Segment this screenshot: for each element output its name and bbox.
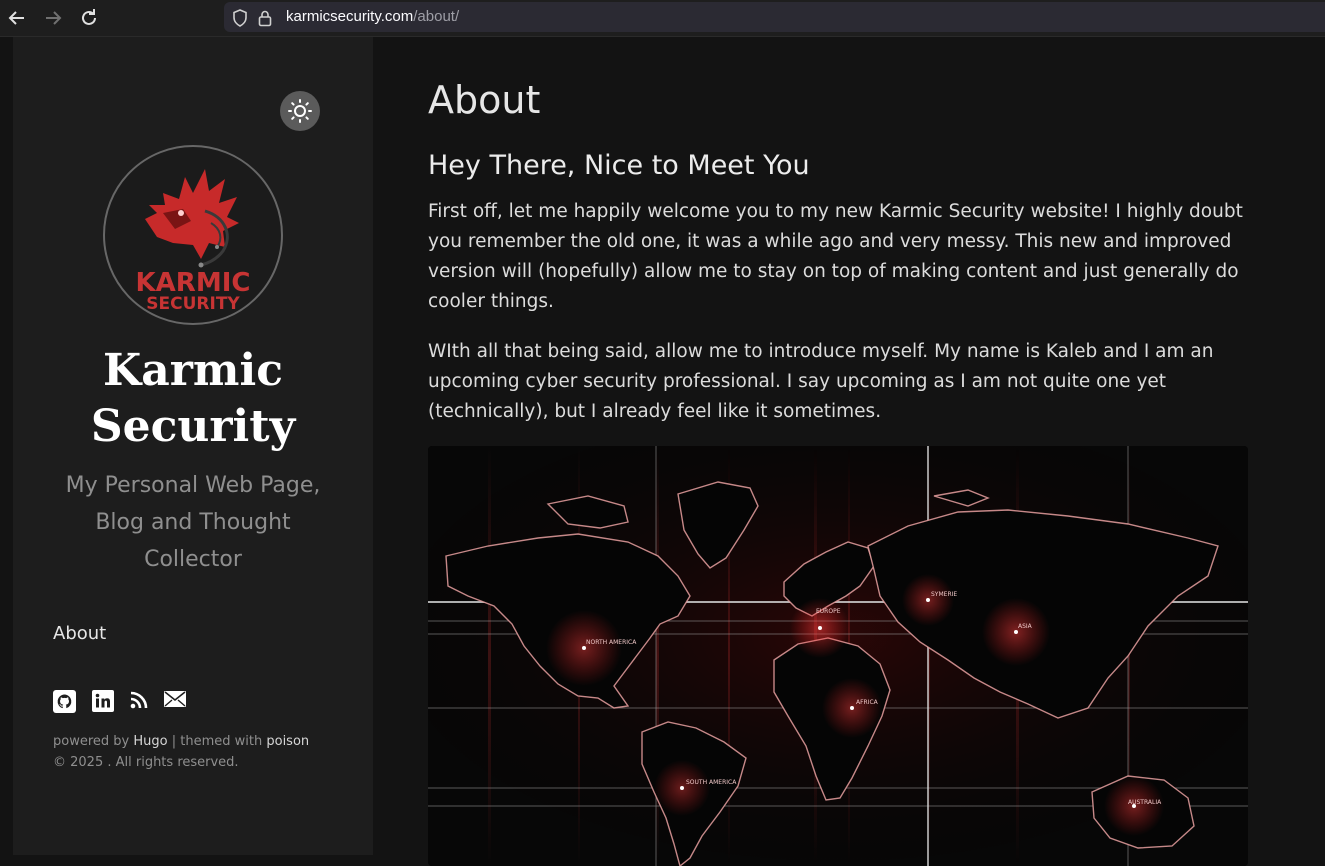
reload-icon[interactable] — [77, 6, 101, 30]
site-title[interactable]: Karmic Security — [33, 343, 353, 455]
paragraph-welcome: First off, let me happily welcome you to… — [428, 201, 1243, 312]
site-title-line2: Security — [90, 401, 296, 452]
section-heading: Hey There, Nice to Meet You — [428, 150, 810, 181]
footer-credits: powered by Hugo | themed with poison — [53, 734, 309, 749]
dragon-logo-icon: KARMIC SECURITY — [136, 169, 250, 314]
copyright-text: © 2025 . All rights reserved. — [53, 755, 239, 770]
world-map-graphic: NORTH AMERICA EUROPE SYMERIE ASIA AFRICA… — [428, 446, 1248, 866]
lock-icon[interactable] — [258, 9, 272, 31]
sidebar: KARMIC SECURITY Karmic Security My Perso… — [13, 37, 373, 855]
site-tagline: My Personal Web Page, Blog and Thought C… — [65, 473, 321, 572]
hugo-link[interactable]: Hugo — [133, 734, 167, 749]
back-arrow-icon[interactable] — [5, 6, 29, 30]
address-bar[interactable]: karmicsecurity.com/about/ — [224, 2, 1325, 32]
map-label-asia: ASIA — [1018, 623, 1033, 630]
window-edge — [0, 37, 13, 855]
url-path: /about/ — [413, 8, 460, 25]
github-icon[interactable] — [53, 690, 76, 717]
map-label-north-america: NORTH AMERICA — [586, 639, 637, 646]
forward-arrow-icon[interactable] — [41, 6, 65, 30]
page-title: About — [428, 78, 541, 122]
site-title-line1: Karmic — [103, 345, 283, 396]
browser-toolbar: karmicsecurity.com/about/ — [0, 0, 1325, 37]
powered-by-text: powered by — [53, 734, 130, 749]
themed-with-text: | themed with — [167, 734, 267, 749]
paragraph-intro: WIth all that being said, allow me to in… — [428, 341, 1214, 422]
map-label-africa: AFRICA — [856, 699, 879, 706]
rss-icon[interactable] — [129, 690, 149, 714]
nav-link-about[interactable]: About — [53, 623, 106, 644]
poison-link[interactable]: poison — [266, 734, 309, 749]
email-icon[interactable] — [164, 690, 186, 712]
main-content: About Hey There, Nice to Meet You First … — [373, 37, 1325, 866]
shield-icon[interactable] — [232, 9, 248, 31]
world-map-image: NORTH AMERICA EUROPE SYMERIE ASIA AFRICA… — [428, 446, 1248, 866]
map-label-south-america: SOUTH AMERICA — [686, 779, 737, 786]
map-label-siberia: SYMERIE — [931, 591, 957, 598]
theme-toggle-button[interactable] — [280, 91, 320, 131]
site-logo[interactable]: KARMIC SECURITY — [103, 145, 283, 325]
logo-text-security: SECURITY — [146, 294, 240, 314]
linkedin-icon[interactable] — [92, 690, 114, 716]
sun-icon — [288, 99, 312, 123]
map-label-australia: AUSTRALIA — [1128, 799, 1162, 806]
url-text[interactable]: karmicsecurity.com/about/ — [286, 8, 459, 25]
url-domain: karmicsecurity.com — [286, 8, 414, 25]
map-label-europe: EUROPE — [816, 608, 841, 615]
